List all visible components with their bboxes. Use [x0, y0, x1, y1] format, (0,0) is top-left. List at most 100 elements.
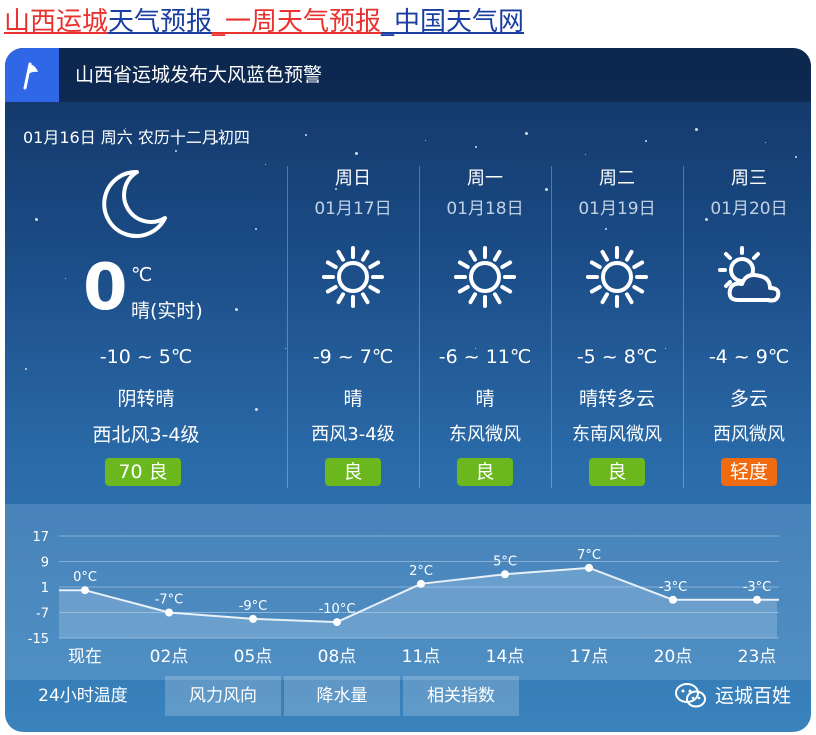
data-label: 0°C — [73, 570, 97, 585]
title-link-city[interactable]: 山西运城 — [4, 7, 108, 37]
x-tick-label: 11点 — [402, 647, 441, 667]
alert-bar[interactable]: 山西省运城发布大风蓝色预警 — [5, 48, 811, 102]
today-wind: 西北风3-4级 — [92, 424, 200, 446]
day-condition: 晴转多云 — [578, 388, 655, 410]
data-point — [333, 618, 341, 627]
tab-wind[interactable]: 风力风向 — [165, 676, 281, 716]
data-point — [249, 614, 257, 623]
sun-cloud-icon — [718, 246, 781, 303]
title-link-week[interactable]: _一周天气预报 — [212, 7, 381, 37]
current-temp: 0 — [83, 251, 128, 325]
data-point — [417, 579, 425, 588]
y-tick-label: -15 — [28, 632, 49, 647]
star-dot — [585, 154, 586, 155]
moon-icon — [102, 169, 167, 238]
data-label: -9°C — [239, 599, 268, 614]
star-dot — [425, 140, 426, 141]
data-point — [501, 570, 509, 579]
aqi-badge: 70 良 — [105, 458, 181, 486]
day-condition: 多云 — [729, 388, 768, 410]
temperature-chart: 17 9 1 -7 -15 0°C 现在 -7°C 02点 -9°C 05点 -10°C 08点 2°C 1… — [5, 504, 811, 680]
sun-icon — [454, 246, 516, 308]
page-title: 山西运城天气预报_一周天气预报_中国天气网 — [4, 4, 524, 40]
tab-precipitation[interactable]: 降水量 — [284, 676, 400, 716]
forecast-day[interactable]: 周日 01月17日 -9 ~ 7℃ 晴 西风3-4级 良 — [287, 158, 419, 538]
y-tick-label: -7 — [36, 607, 49, 622]
data-label: 7°C — [577, 548, 601, 563]
day-name: 周二 — [599, 168, 635, 189]
data-point — [81, 586, 89, 595]
forecast-day[interactable]: 周二 01月19日 -5 ~ 8℃ 晴转多云 东南风微风 良 — [551, 158, 683, 538]
aqi-badge: 良 — [457, 458, 513, 486]
weather-card: 山西省运城发布大风蓝色预警 01月16日 周六 农历十二月初四 0 ℃ 晴(实时… — [5, 48, 811, 732]
chart-svg: 17 9 1 -7 -15 0°C 现在 -7°C 02点 -9°C 05点 -10°C 08点 2°C 1… — [28, 530, 779, 667]
brand-label: 运城百姓 — [714, 685, 791, 707]
data-label: 2°C — [409, 564, 433, 579]
day-range: -4 ~ 9℃ — [708, 346, 790, 368]
date-line: 01月16日 周六 农历十二月初四 — [23, 128, 250, 147]
star-dot — [525, 132, 528, 135]
day-condition: 晴 — [343, 388, 363, 410]
y-tick-label: 9 — [41, 556, 49, 571]
x-tick-label: 17点 — [570, 647, 609, 667]
day-range: -6 ~ 11℃ — [438, 346, 532, 368]
star-dot — [765, 142, 766, 143]
data-point — [669, 595, 677, 604]
tab-indices[interactable]: 相关指数 — [403, 676, 519, 716]
aqi-badge: 良 — [325, 458, 381, 486]
aqi-badge: 轻度 — [721, 458, 777, 486]
day-range: -9 ~ 7℃ — [312, 346, 394, 368]
data-label: -3°C — [743, 580, 772, 595]
temp-unit: ℃ — [131, 264, 153, 286]
current-condition: 晴(实时) — [131, 300, 203, 322]
day-condition: 晴 — [475, 388, 495, 410]
data-point — [585, 563, 593, 572]
day-wind: 东风微风 — [449, 424, 521, 445]
data-label: -3°C — [659, 580, 688, 595]
star-dot — [175, 150, 177, 152]
chart-tabs: 24小时温度 风力风向 降水量 相关指数 运城百姓 — [5, 676, 811, 716]
star-dot — [475, 146, 477, 148]
day-date: 01月18日 — [446, 199, 524, 219]
data-point — [165, 608, 173, 617]
x-tick-label: 23点 — [738, 647, 777, 667]
forecast-day[interactable]: 周三 01月20日 -4 ~ 9℃ 多云 西风微风 轻度 — [683, 158, 811, 538]
star-dot — [355, 152, 358, 155]
x-tick-label: 现在 — [68, 647, 102, 667]
data-label: -7°C — [155, 593, 184, 608]
brand: 运城百姓 — [674, 676, 791, 716]
wechat-icon — [674, 683, 706, 708]
today-condition: 阴转晴 — [117, 388, 175, 410]
day-name: 周一 — [467, 168, 503, 189]
star-dot — [695, 128, 698, 131]
x-tick-label: 05点 — [234, 647, 273, 667]
sun-icon — [586, 246, 648, 308]
data-point — [753, 595, 761, 604]
flag-icon — [5, 48, 59, 102]
x-tick-label: 02点 — [150, 647, 189, 667]
day-range: -5 ~ 8℃ — [576, 346, 658, 368]
forecast-day[interactable]: 周一 01月18日 -6 ~ 11℃ 晴 东风微风 良 — [419, 158, 551, 538]
data-label: 5°C — [493, 554, 517, 569]
day-wind: 西风微风 — [713, 424, 785, 445]
aqi-badge: 良 — [589, 458, 645, 486]
today-panel: 0 ℃ 晴(实时) -10 ~ 5℃ 阴转晴 西北风3-4级 70 良 — [5, 158, 287, 538]
x-tick-label: 20点 — [654, 647, 693, 667]
title-link-site[interactable]: _中国天气网 — [381, 7, 524, 37]
star-dot — [305, 134, 307, 136]
day-wind: 西风3-4级 — [311, 424, 395, 445]
day-name: 周三 — [731, 168, 767, 189]
sun-icon — [322, 246, 384, 308]
x-tick-label: 08点 — [318, 647, 357, 667]
data-label: -10°C — [319, 602, 356, 617]
x-tick-label: 14点 — [486, 647, 525, 667]
day-date: 01月17日 — [314, 199, 392, 219]
title-link-forecast[interactable]: 天气预报 — [108, 7, 212, 37]
day-wind: 东南风微风 — [572, 424, 662, 445]
star-dot — [645, 140, 647, 142]
y-tick-label: 1 — [41, 581, 49, 596]
y-tick-label: 17 — [32, 530, 49, 545]
tab-temperature[interactable]: 24小时温度 — [5, 676, 161, 716]
day-date: 01月20日 — [710, 199, 788, 219]
today-range: -10 ~ 5℃ — [99, 346, 193, 368]
